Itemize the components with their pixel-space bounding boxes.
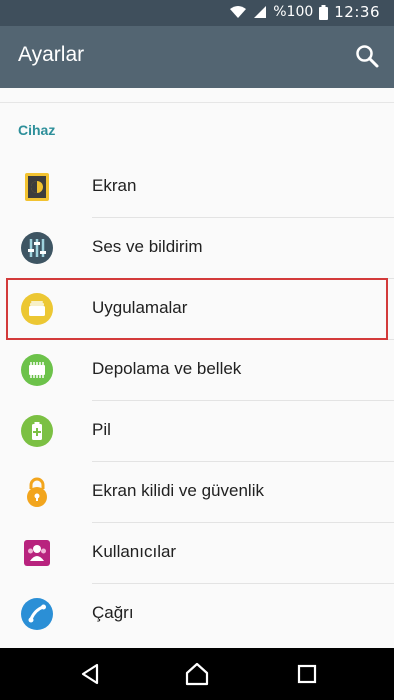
- clock: 12:36: [334, 3, 380, 21]
- settings-item-label: Çağrı: [92, 603, 134, 622]
- settings-item-label: Ekran kilidi ve güvenlik: [92, 481, 264, 500]
- wifi-icon: [230, 6, 247, 18]
- settings-item-label: Ekran: [92, 176, 137, 195]
- status-bar: %100 12:36: [0, 0, 394, 26]
- page-title: Ayarlar: [18, 43, 85, 66]
- lock-icon: [27, 477, 47, 507]
- settings-item-label: Kullanıcılar: [92, 542, 177, 561]
- battery-icon: [21, 415, 53, 447]
- highlight-box: [6, 278, 388, 340]
- settings-list: Cihaz Ekran Ses ve bildirim Uygulamalar …: [0, 88, 394, 648]
- storage-icon: [21, 354, 53, 386]
- battery-icon: [319, 4, 329, 20]
- settings-item-display[interactable]: Ekran: [0, 157, 394, 218]
- settings-item-call[interactable]: Çağrı: [0, 584, 394, 645]
- app-bar: Ayarlar: [0, 26, 394, 88]
- section-header-device: Cihaz: [18, 122, 56, 138]
- settings-item-battery[interactable]: Pil: [0, 401, 394, 462]
- signal-icon: [254, 6, 267, 18]
- settings-item-label: Pil: [92, 420, 111, 439]
- users-icon: [24, 540, 50, 566]
- settings-item-users[interactable]: Kullanıcılar: [0, 523, 394, 584]
- settings-item-label: Depolama ve bellek: [92, 359, 242, 378]
- sound-icon: [21, 232, 53, 264]
- phone-icon: [21, 598, 53, 630]
- recents-icon[interactable]: [294, 661, 320, 687]
- display-icon: [25, 173, 49, 201]
- settings-item-storage[interactable]: Depolama ve bellek: [0, 340, 394, 401]
- settings-item-lock[interactable]: Ekran kilidi ve güvenlik: [0, 462, 394, 523]
- back-icon[interactable]: [77, 661, 103, 687]
- battery-percent: %100: [273, 4, 314, 20]
- search-icon[interactable]: [354, 43, 380, 69]
- navigation-bar: [0, 648, 394, 700]
- divider: [0, 102, 394, 103]
- home-icon[interactable]: [184, 661, 210, 687]
- settings-item-sound[interactable]: Ses ve bildirim: [0, 218, 394, 279]
- settings-item-label: Ses ve bildirim: [92, 237, 203, 256]
